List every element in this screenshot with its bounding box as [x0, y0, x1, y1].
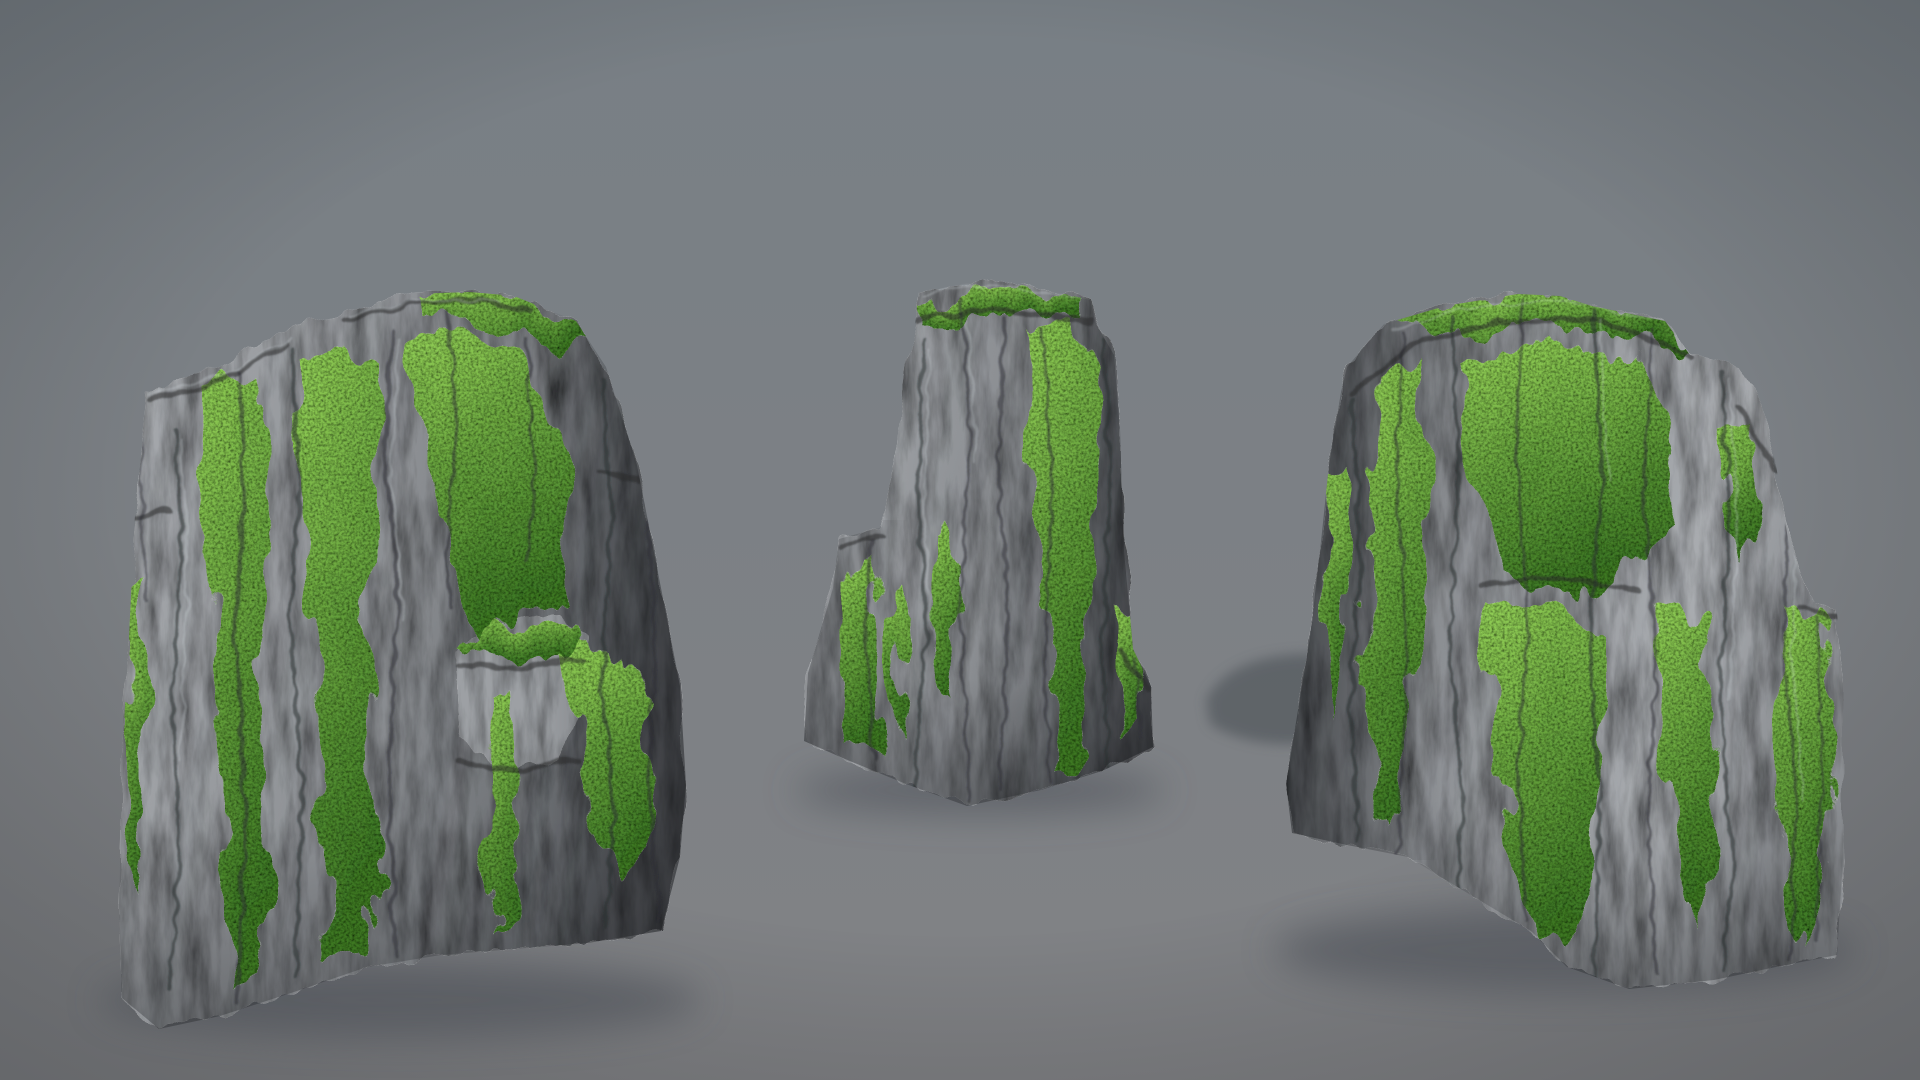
rock-formation-left	[119, 292, 686, 1029]
scene-canvas	[0, 0, 1920, 1080]
